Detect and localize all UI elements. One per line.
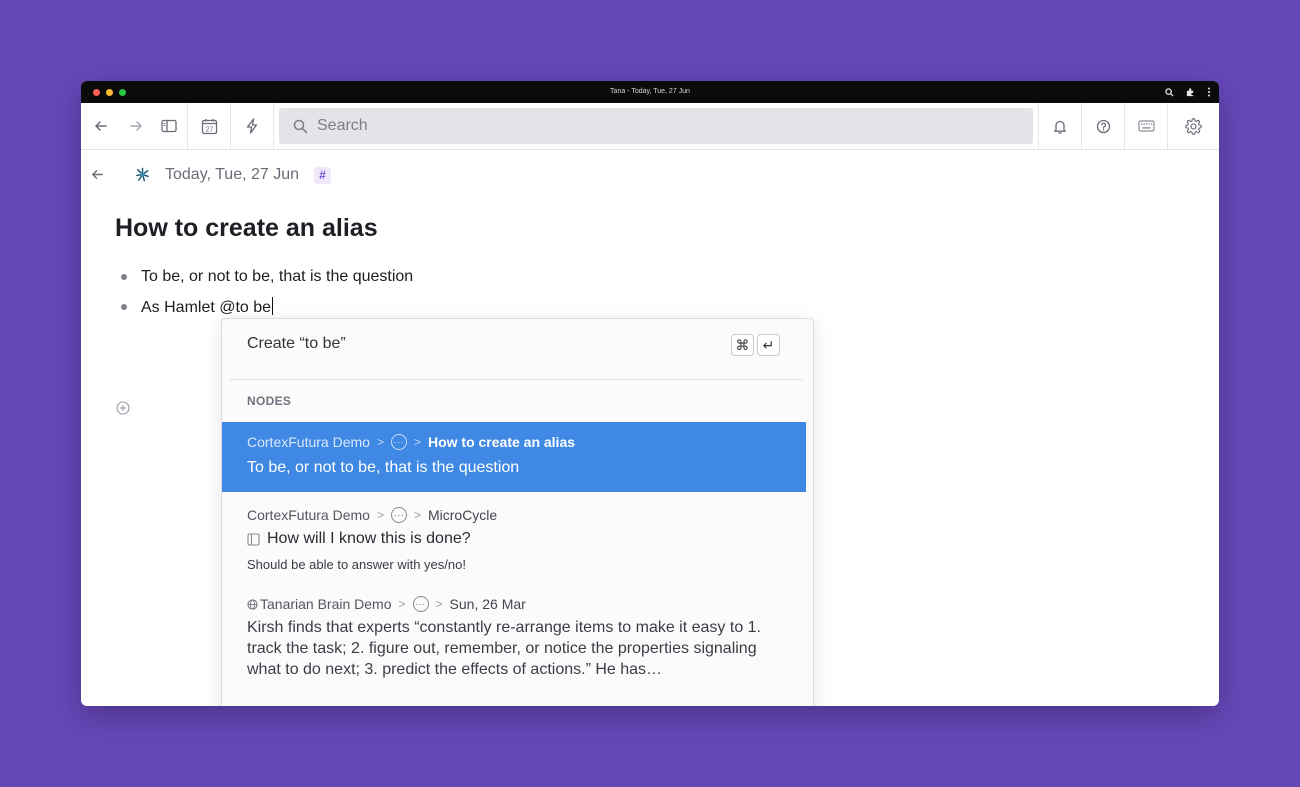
titlebar-search-icon[interactable] xyxy=(1165,87,1174,97)
svg-text:27: 27 xyxy=(205,126,213,133)
sidebar-toggle-button[interactable] xyxy=(151,103,187,149)
arrow-right-icon xyxy=(130,121,142,131)
help-icon xyxy=(1096,119,1110,133)
list-item[interactable]: To be, or not to be, that is the questio… xyxy=(115,268,413,286)
command-key-icon: ⌘ xyxy=(731,334,754,356)
search-result[interactable]: Tanarian Brain Demo > ··· > Sun, 26 Mar Kirs… xyxy=(222,591,806,706)
settings-button[interactable] xyxy=(1168,103,1219,149)
search-placeholder: Search xyxy=(317,117,368,134)
today-button[interactable]: 27 xyxy=(188,103,230,149)
back-arrow-icon[interactable] xyxy=(91,168,104,186)
node-view-icon xyxy=(247,532,260,546)
workspace-logo-icon xyxy=(135,167,150,187)
forward-button[interactable] xyxy=(121,103,151,149)
divider xyxy=(230,379,803,380)
gear-icon xyxy=(1185,117,1202,135)
notifications-button[interactable] xyxy=(1039,103,1081,149)
ellipsis-icon: ··· xyxy=(412,596,429,612)
result-subtitle: Should be able to answer with yes/no! xyxy=(247,557,466,572)
result-body: Kirsh finds that experts “constantly re-… xyxy=(247,619,761,678)
breadcrumb: Today, Tue, 27 Jun # xyxy=(81,162,481,188)
list-item-editing[interactable]: As Hamlet @to be xyxy=(115,297,274,317)
list-item-text[interactable]: To be, or not to be, that is the questio… xyxy=(141,268,413,286)
bell-icon xyxy=(1054,120,1066,134)
back-button[interactable] xyxy=(81,103,121,149)
return-key-icon: ↵ xyxy=(757,334,780,356)
autocomplete-popup: Create “to be” ⌘ ↵ NODES CortexFutura De… xyxy=(221,318,814,706)
calendar-icon: 27 xyxy=(201,118,217,134)
app-window: Tana - Today, Tue, 27 Jun 27 Search Toda… xyxy=(81,81,1219,706)
result-title: How will I know this is done? xyxy=(267,530,471,547)
quick-add-button[interactable] xyxy=(231,103,273,149)
search-result[interactable]: CortexFutura Demo > ··· > MicroCycle How wil… xyxy=(222,502,806,582)
result-title-row: How will I know this is done? xyxy=(247,530,471,548)
keyboard-icon xyxy=(1137,120,1155,132)
tag-button[interactable]: # xyxy=(314,166,331,184)
main-content: Today, Tue, 27 Jun # How to create an al… xyxy=(81,150,1219,706)
arrow-left-icon xyxy=(95,121,107,131)
list-item-input[interactable]: As Hamlet @to be xyxy=(141,299,271,316)
toolbar: 27 Search xyxy=(81,103,1219,150)
bullet-dot-icon[interactable] xyxy=(121,274,127,280)
search-result-selected[interactable]: CortexFutura Demo > ··· > How to create an a… xyxy=(222,422,806,492)
search-icon xyxy=(293,119,308,133)
keyboard-shortcuts-button[interactable] xyxy=(1125,103,1167,149)
page-title[interactable]: How to create an alias xyxy=(115,214,378,243)
lightning-icon xyxy=(246,118,258,134)
globe-icon xyxy=(247,598,258,610)
result-title: To be, or not to be, that is the questio… xyxy=(247,459,520,476)
result-path: Tanarian Brain Demo > ··· > Sun, 26 Mar xyxy=(247,596,526,612)
text-caret xyxy=(272,297,274,315)
window-title: Tana - Today, Tue, 27 Jun xyxy=(610,88,690,95)
result-path: CortexFutura Demo > ··· > How to create an a… xyxy=(247,434,576,450)
sidebar-icon xyxy=(161,119,177,133)
section-label: NODES xyxy=(247,394,292,408)
breadcrumb-label[interactable]: Today, Tue, 27 Jun xyxy=(165,166,299,184)
bullet-dot-icon[interactable] xyxy=(121,304,127,310)
title-bar: Tana - Today, Tue, 27 Jun xyxy=(81,81,1219,103)
kebab-menu-icon[interactable] xyxy=(1207,87,1211,97)
ellipsis-icon: ··· xyxy=(390,507,407,523)
create-option[interactable]: Create “to be” xyxy=(247,335,346,353)
ellipsis-icon: ··· xyxy=(390,434,407,450)
search-input[interactable]: Search xyxy=(279,108,1033,144)
extensions-icon[interactable] xyxy=(1186,87,1195,97)
add-node-icon[interactable] xyxy=(116,401,130,420)
help-button[interactable] xyxy=(1082,103,1124,149)
result-path: CortexFutura Demo > ··· > MicroCycle xyxy=(247,507,498,523)
